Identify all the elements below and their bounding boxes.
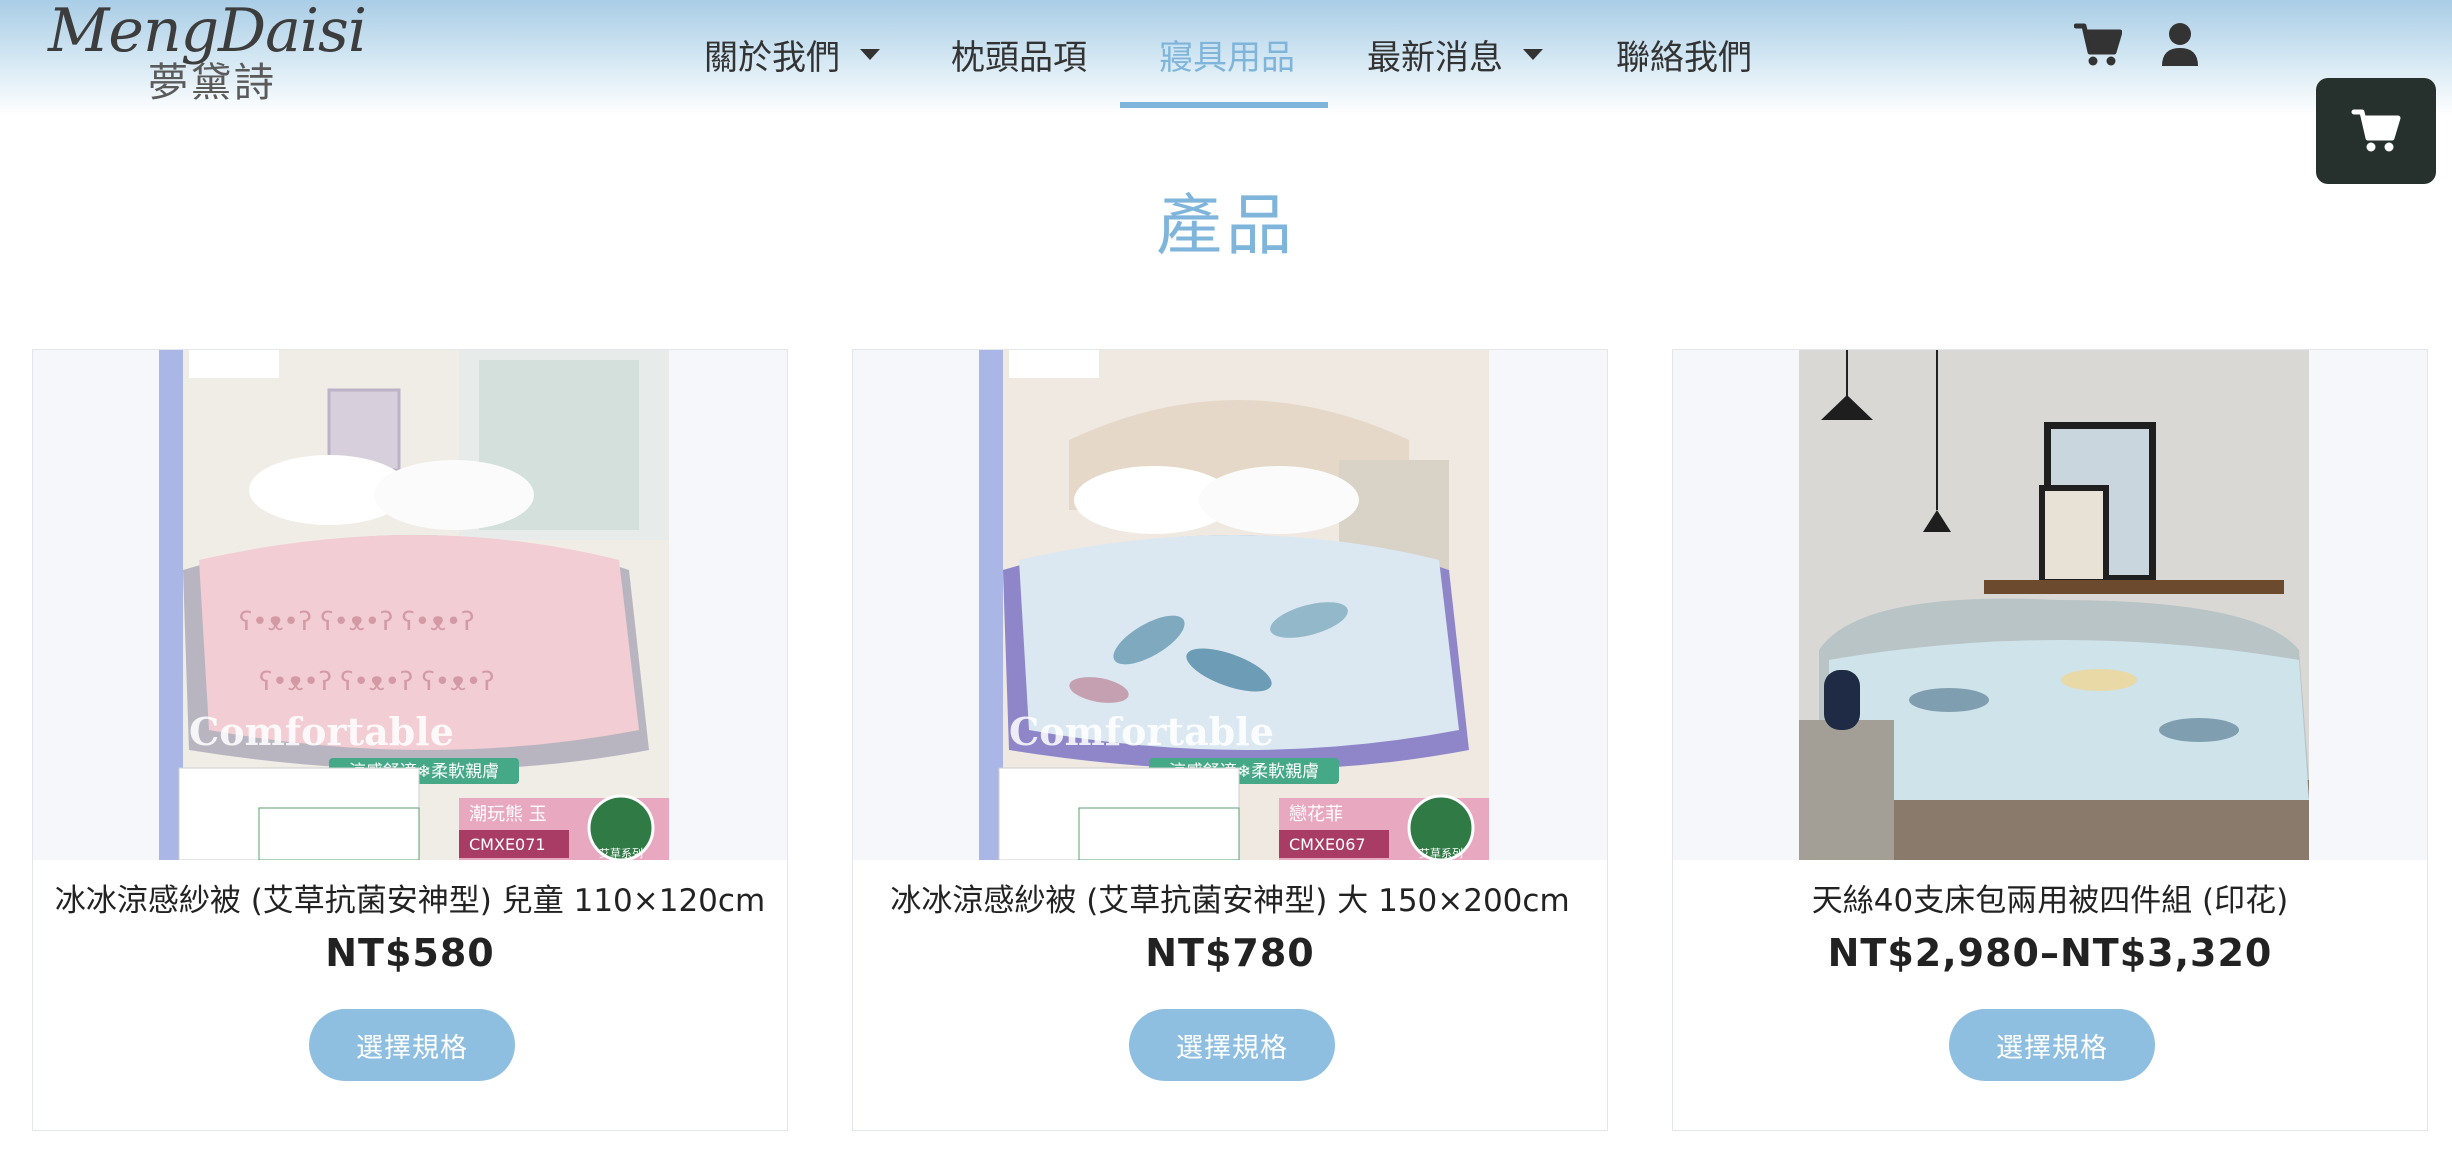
product-image[interactable]: Comfortable 涼感舒適❄柔軟親膚 戀花菲 CMXE067 艾草系列 [853, 350, 1607, 860]
site-header: MengDaisi 夢黛詩 關於我們 枕頭品項 寢具用品 最新消息 聯絡我們 [0, 0, 2452, 115]
select-options-button[interactable]: 選擇規格 [1129, 1009, 1335, 1081]
product-card[interactable]: Comfortable 涼感舒適❄柔軟親膚 戀花菲 CMXE067 艾草系列 冰… [852, 349, 1608, 1131]
image-badge: 艾草系列 [1419, 846, 1463, 860]
active-nav-indicator [1120, 102, 1328, 108]
select-options-button[interactable]: 選擇規格 [309, 1009, 515, 1081]
user-icon[interactable] [2160, 22, 2200, 72]
quilt-shape [1829, 640, 2309, 800]
image-product-code: CMXE071 [469, 835, 546, 854]
product-price: NT$580 [325, 931, 495, 975]
image-pattern-name: 潮玩熊 玉 [469, 804, 547, 825]
product-name[interactable]: 天絲40支床包兩用被四件組 (印花) [1673, 875, 2427, 920]
product-price: NT$780 [1145, 931, 1315, 975]
nav-item-about[interactable]: 關於我們 [704, 0, 880, 108]
nav-item-label: 關於我們 [704, 37, 840, 78]
product-price: NT$2,980–NT$3,320 [1827, 931, 2273, 975]
nav-item-label: 聯絡我們 [1616, 37, 1752, 78]
image-pattern-name: 戀花菲 [1289, 804, 1343, 825]
nav-item-label: 枕頭品項 [951, 37, 1087, 78]
nav-item-label: 寢具用品 [1159, 37, 1295, 78]
product-image[interactable]: ʕ•ᴥ•ʔ ʕ•ᴥ•ʔ ʕ•ᴥ•ʔ ʕ•ᴥ•ʔ ʕ•ᴥ•ʔ ʕ•ᴥ•ʔ Comf… [33, 350, 787, 860]
product-card[interactable]: 天絲40支床包兩用被四件組 (印花) NT$2,980–NT$3,320 選擇規… [1672, 349, 2428, 1131]
image-badge: 艾草系列 [599, 846, 643, 860]
page-title: 產品 [1156, 187, 1296, 264]
nav-item-pillows[interactable]: 枕頭品項 [951, 0, 1087, 108]
product-name[interactable]: 冰冰涼感紗被 (艾草抗菌安神型) 兒童 110×120cm [33, 875, 787, 920]
cart-icon [2351, 109, 2401, 152]
image-product-code: CMXE067 [1289, 835, 1366, 854]
image-watermark: Comfortable [1009, 709, 1274, 754]
nav-item-news[interactable]: 最新消息 [1367, 0, 1543, 108]
select-options-button[interactable]: 選擇規格 [1949, 1009, 2155, 1081]
product-card[interactable]: ʕ•ᴥ•ʔ ʕ•ᴥ•ʔ ʕ•ᴥ•ʔ ʕ•ᴥ•ʔ ʕ•ᴥ•ʔ ʕ•ᴥ•ʔ Comf… [32, 349, 788, 1131]
chevron-down-icon [860, 48, 880, 60]
nav-item-bedding[interactable]: 寢具用品 [1159, 0, 1295, 108]
nav-item-label: 最新消息 [1367, 37, 1503, 78]
product-image[interactable] [1673, 350, 2427, 860]
nav-item-contact[interactable]: 聯絡我們 [1616, 0, 1752, 108]
site-logo[interactable]: MengDaisi 夢黛詩 [48, 0, 367, 110]
svg-text:ʕ•ᴥ•ʔ ʕ•ᴥ•ʔ ʕ•ᴥ•ʔ: ʕ•ᴥ•ʔ ʕ•ᴥ•ʔ ʕ•ᴥ•ʔ [259, 667, 495, 697]
image-watermark: Comfortable [189, 709, 454, 754]
floating-cart-button[interactable] [2316, 78, 2436, 184]
logo-chinese-text: 夢黛詩 [148, 60, 277, 106]
product-name[interactable]: 冰冰涼感紗被 (艾草抗菌安神型) 大 150×200cm [853, 875, 1607, 920]
chevron-down-icon [1523, 48, 1543, 60]
cart-icon[interactable] [2073, 22, 2123, 72]
svg-text:ʕ•ᴥ•ʔ ʕ•ᴥ•ʔ ʕ•ᴥ•ʔ: ʕ•ᴥ•ʔ ʕ•ᴥ•ʔ ʕ•ᴥ•ʔ [239, 607, 475, 637]
